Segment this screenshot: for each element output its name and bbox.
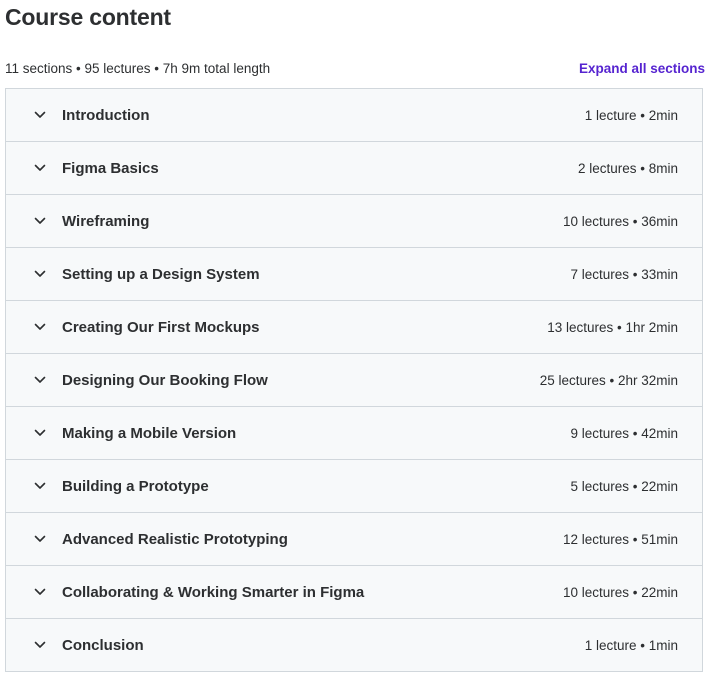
section-title: Creating Our First Mockups [62, 318, 260, 336]
section-title: Designing Our Booking Flow [62, 371, 268, 389]
section-header[interactable]: Setting up a Design System 7 lectures • … [6, 248, 702, 301]
section-header[interactable]: Conclusion 1 lecture • 1min [6, 619, 702, 672]
chevron-down-icon [33, 108, 47, 122]
section-meta: 9 lectures • 42min [570, 425, 678, 441]
sections-list: Introduction 1 lecture • 2min Figma Basi… [5, 88, 703, 672]
section-title: Conclusion [62, 636, 144, 654]
section-header[interactable]: Making a Mobile Version 9 lectures • 42m… [6, 407, 702, 460]
section-header[interactable]: Wireframing 10 lectures • 36min [6, 195, 702, 248]
section-header[interactable]: Figma Basics 2 lectures • 8min [6, 142, 702, 195]
chevron-down-icon [33, 479, 47, 493]
section-header[interactable]: Collaborating & Working Smarter in Figma… [6, 566, 702, 619]
section-header[interactable]: Designing Our Booking Flow 25 lectures •… [6, 354, 702, 407]
chevron-down-icon [33, 585, 47, 599]
course-content-title: Course content [5, 4, 171, 30]
section-meta: 10 lectures • 22min [562, 584, 678, 600]
section-title: Making a Mobile Version [62, 424, 237, 442]
section-meta: 1 lecture • 1min [584, 637, 678, 653]
section-meta: 5 lectures • 22min [570, 478, 678, 494]
section-meta: 1 lecture • 2min [584, 107, 678, 123]
chevron-down-icon [33, 426, 47, 440]
chevron-down-icon [33, 638, 47, 652]
expand-all-sections-button[interactable]: Expand all sections [579, 61, 705, 76]
section-meta: 2 lectures • 8min [577, 160, 678, 176]
section-title: Building a Prototype [62, 477, 209, 495]
section-header[interactable]: Creating Our First Mockups 13 lectures •… [6, 301, 702, 354]
section-meta: 13 lectures • 1hr 2min [547, 319, 678, 335]
chevron-down-icon [33, 320, 47, 334]
section-title: Figma Basics [62, 159, 159, 177]
chevron-down-icon [33, 373, 47, 387]
section-title: Wireframing [62, 212, 150, 230]
chevron-down-icon [33, 532, 47, 546]
section-meta: 10 lectures • 36min [562, 213, 678, 229]
section-title: Collaborating & Working Smarter in Figma [62, 583, 365, 601]
course-summary: 11 sections • 95 lectures • 7h 9m total … [5, 60, 271, 76]
section-title: Advanced Realistic Prototyping [62, 530, 288, 548]
chevron-down-icon [33, 214, 47, 228]
section-meta: 12 lectures • 51min [562, 531, 678, 547]
chevron-down-icon [33, 267, 47, 281]
chevron-down-icon [33, 161, 47, 175]
section-header[interactable]: Building a Prototype 5 lectures • 22min [6, 460, 702, 513]
course-summary-row: 11 sections • 95 lectures • 7h 9m total … [5, 58, 705, 78]
section-title: Setting up a Design System [62, 265, 260, 283]
section-header[interactable]: Advanced Realistic Prototyping 12 lectur… [6, 513, 702, 566]
section-title: Introduction [62, 106, 150, 124]
section-header[interactable]: Introduction 1 lecture • 2min [6, 89, 702, 142]
section-meta: 7 lectures • 33min [570, 266, 678, 282]
section-meta: 25 lectures • 2hr 32min [539, 372, 678, 388]
